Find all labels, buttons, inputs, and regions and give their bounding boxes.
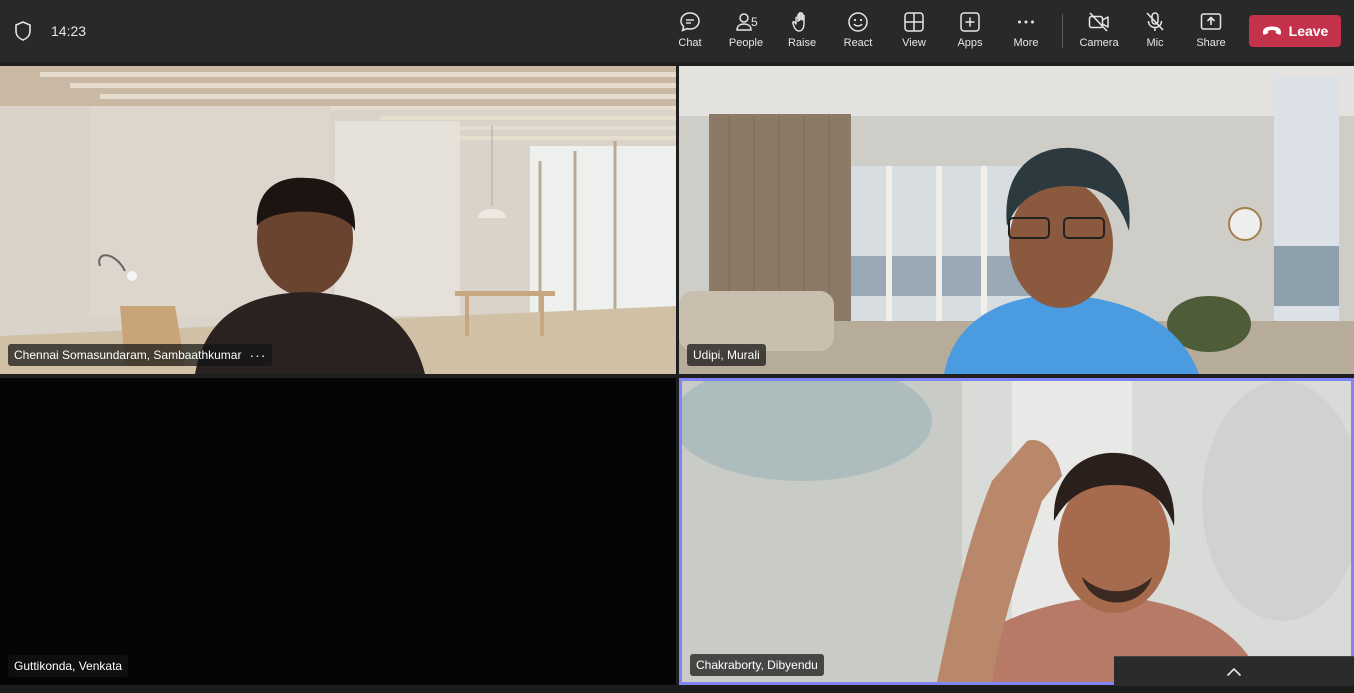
view-button[interactable]: View [886,10,942,56]
participant-name-tag: Guttikonda, Venkata [8,655,129,677]
participant-name-tag: Chakraborty, Dibyendu [690,654,824,676]
share-button[interactable]: Share [1183,10,1239,56]
shield-icon [15,21,31,41]
camera-button[interactable]: Camera [1071,10,1127,56]
raise-hand-button[interactable]: Raise [774,10,830,56]
mic-label: Mic [1146,37,1164,49]
react-button[interactable]: React [830,10,886,56]
hand-icon [792,12,805,32]
plus-icon [960,12,980,32]
collapse-panel-button[interactable] [1114,656,1354,686]
grid-icon [904,12,924,32]
video-tile-4-active-speaker[interactable]: Chakraborty, Dibyendu [679,378,1354,685]
smiley-icon [848,12,868,32]
ellipsis-icon [1018,20,1034,24]
participant-video-1 [0,66,676,374]
apps-button[interactable]: Apps [942,10,998,56]
apps-label: Apps [957,37,983,49]
chat-label: Chat [678,37,702,49]
participant-video-2 [679,66,1354,374]
people-label: People [728,37,764,49]
meeting-timer: 14:23 [51,23,87,39]
bottom-strip [0,686,1354,693]
leave-label: Leave [1288,23,1329,39]
participant-name: Chakraborty, Dibyendu [696,658,818,672]
participant-name: Guttikonda, Venkata [14,659,123,673]
mic-button[interactable]: Mic [1127,10,1183,56]
chevron-up-icon [1226,667,1242,676]
mic-off-icon [1146,12,1164,31]
share-label: Share [1196,37,1226,49]
share-icon [1200,13,1222,30]
video-tile-2[interactable]: Udipi, Murali [679,66,1354,374]
participant-name-tag: Chennai Somasundaram, Sambaathkumar ··· [8,344,273,366]
participant-video-4 [682,381,1351,682]
participant-name: Udipi, Murali [693,348,760,362]
participant-more-options[interactable]: ··· [249,344,266,366]
raise-label: Raise [787,37,817,49]
video-tile-3[interactable]: Guttikonda, Venkata [0,378,676,685]
chat-icon [680,12,700,32]
video-tile-1[interactable]: Chennai Somasundaram, Sambaathkumar ··· [0,66,676,374]
leave-button[interactable]: Leave [1249,15,1341,47]
more-label: More [1013,37,1039,49]
view-label: View [902,37,926,49]
camera-label: Camera [1079,37,1119,49]
camera-off-icon [1088,12,1109,32]
people-count-badge: 5 [751,15,758,29]
participant-name-tag: Udipi, Murali [687,344,766,366]
meeting-toolbar: 14:23 Chat 5 People Raise React View App… [0,0,1354,62]
participant-name: Chennai Somasundaram, Sambaathkumar [14,348,242,362]
phone-hangup-icon [1262,26,1281,35]
chat-button[interactable]: Chat [662,10,718,56]
toolbar-divider [1062,14,1063,48]
more-button[interactable]: More [998,10,1054,56]
react-label: React [843,37,873,49]
people-button[interactable]: 5 People [718,10,774,56]
